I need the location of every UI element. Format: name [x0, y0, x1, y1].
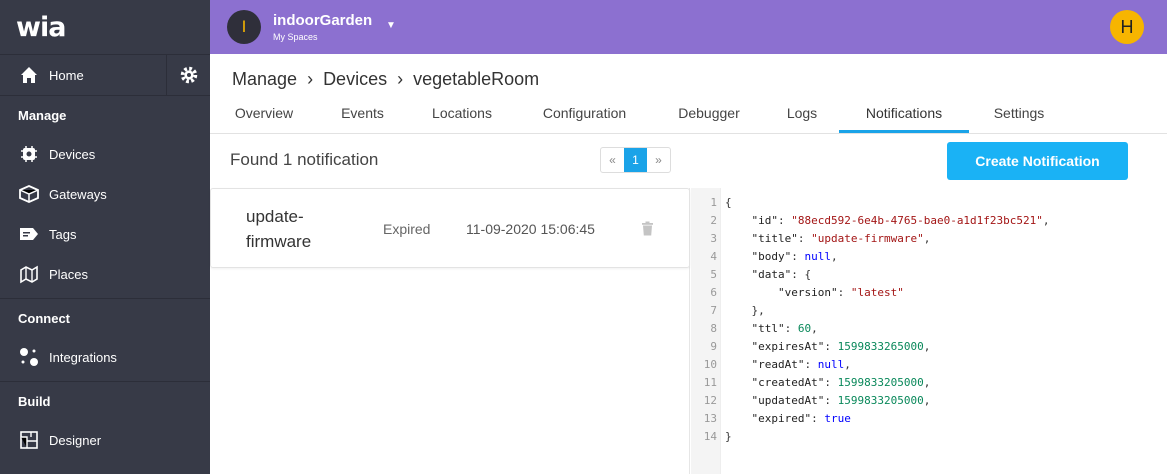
notification-date: 11-09-2020 15:06:45 [466, 221, 595, 237]
found-count-text: Found 1 notification [230, 150, 379, 169]
code-text: "expired": true [751, 412, 851, 425]
settings-gear-button[interactable] [166, 55, 210, 95]
pager-page-button[interactable]: 1 [624, 148, 647, 172]
line-number: 11 [703, 376, 717, 389]
sidebar-item-label: Devices [49, 146, 96, 162]
list-item[interactable]: update-firmware Expired 11-09-2020 15:06… [210, 188, 690, 268]
space-subtitle: My Spaces [273, 32, 318, 42]
section-title-manage: Manage [18, 107, 67, 123]
section-title-connect: Connect [18, 310, 70, 326]
user-avatar[interactable]: H [1110, 10, 1144, 44]
line-number: 13 [703, 412, 717, 425]
home-icon [18, 64, 40, 86]
line-number: 3 [710, 232, 717, 245]
tab-logs[interactable]: Logs [785, 98, 819, 133]
code-text: }, [725, 304, 765, 317]
sidebar-item-integrations[interactable]: Integrations [0, 337, 210, 377]
sidebar: wia Home Manage Devices Gateways Tags Pl… [0, 0, 210, 474]
tag-icon [18, 223, 40, 245]
sidebar-item-label: Home [49, 67, 84, 83]
caret-down-icon[interactable]: ▼ [386, 20, 396, 31]
places-icon [18, 263, 40, 285]
gateway-icon [18, 183, 40, 205]
space-name[interactable]: indoorGarden [273, 12, 372, 29]
topbar: I indoorGarden My Spaces ▼ H [210, 0, 1167, 54]
sidebar-item-places[interactable]: Places [0, 254, 210, 294]
tab-configuration[interactable]: Configuration [536, 98, 633, 133]
code-text: "id": "88ecd592-6e4b-4765-bae0-a1d1f23bc… [751, 214, 1050, 227]
sidebar-item-label: Gateways [49, 186, 107, 202]
breadcrumb-devices[interactable]: Devices [323, 69, 387, 90]
create-notification-button[interactable]: Create Notification [947, 142, 1128, 180]
line-number: 14 [703, 430, 717, 443]
code-text: "updatedAt": 1599833205000, [751, 394, 931, 407]
gear-icon [180, 66, 197, 84]
pagination: « 1 » [600, 147, 671, 173]
chevron-right-icon: › [307, 69, 314, 89]
pager-next-button[interactable]: » [647, 148, 670, 172]
breadcrumb-device: vegetableRoom [413, 69, 540, 89]
code-text: "expiresAt": 1599833265000, [751, 340, 931, 353]
code-text: } [725, 430, 732, 443]
line-number: 5 [710, 268, 717, 281]
chevron-right-icon: › [397, 69, 404, 89]
notification-list: update-firmware Expired 11-09-2020 15:06… [210, 188, 690, 474]
sidebar-item-tags[interactable]: Tags [0, 214, 210, 254]
code-text: "version": "latest" [777, 286, 904, 299]
line-number: 12 [703, 394, 717, 407]
code-text: "createdAt": 1599833205000, [751, 376, 931, 389]
tab-settings[interactable]: Settings [990, 98, 1048, 133]
code-text: "body": null, [751, 250, 838, 263]
sidebar-item-label: Tags [49, 226, 77, 242]
home-row: Home [0, 54, 210, 96]
line-number: 10 [703, 358, 717, 371]
sidebar-item-devices[interactable]: Devices [0, 134, 210, 174]
tab-debugger[interactable]: Debugger [673, 98, 745, 133]
sidebar-item-gateways[interactable]: Gateways [0, 174, 210, 214]
breadcrumb-manage[interactable]: Manage [232, 69, 297, 90]
section-title-build: Build [18, 393, 51, 409]
breadcrumb: Manage › Devices › vegetableRoom [232, 69, 539, 90]
tab-overview[interactable]: Overview [232, 98, 296, 133]
tab-bar: Overview Events Locations Configuration … [210, 98, 1167, 134]
integrations-icon [18, 346, 40, 368]
line-number: 7 [710, 304, 717, 317]
tab-events[interactable]: Events [337, 98, 388, 133]
code-text: { [725, 196, 732, 209]
line-number: 2 [710, 214, 717, 227]
line-number: 6 [710, 286, 717, 299]
sidebar-item-home[interactable]: Home [0, 55, 166, 95]
logo-row: wia [0, 0, 210, 54]
line-number: 1 [710, 196, 717, 209]
notification-name: update-firmware [246, 207, 312, 251]
pager-prev-button[interactable]: « [601, 148, 624, 172]
trash-icon[interactable] [641, 221, 654, 241]
code-text: "title": "update-firmware", [751, 232, 931, 245]
sidebar-item-label: Integrations [49, 349, 117, 365]
designer-icon [18, 429, 40, 451]
line-number: 9 [710, 340, 717, 353]
sidebar-item-label: Places [49, 266, 89, 282]
tab-locations[interactable]: Locations [428, 98, 496, 133]
notification-status: Expired [383, 221, 431, 237]
line-number: 4 [710, 250, 717, 263]
wia-logo[interactable]: wia [16, 12, 66, 43]
code-text: "ttl": 60, [751, 322, 818, 335]
sidebar-item-designer[interactable]: Designer [0, 420, 210, 460]
code-text: "data": { [751, 268, 812, 281]
line-number: 8 [710, 322, 717, 335]
code-text: "readAt": null, [751, 358, 851, 371]
sidebar-item-label: Designer [49, 432, 102, 448]
space-avatar[interactable]: I [227, 10, 261, 44]
tab-notifications[interactable]: Notifications [839, 98, 969, 133]
json-viewer: 1 {2 "id": "88ecd592-6e4b-4765-bae0-a1d1f… [691, 188, 1167, 474]
device-icon [18, 143, 40, 165]
